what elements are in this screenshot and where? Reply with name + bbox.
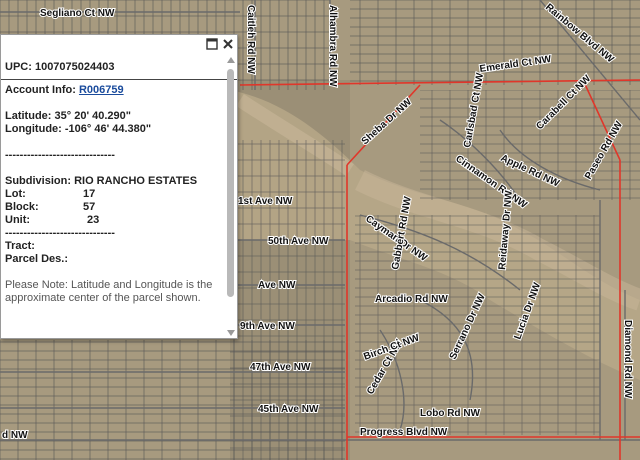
separator-line: ------------------------------ bbox=[5, 149, 115, 161]
scroll-up-icon[interactable] bbox=[226, 55, 235, 64]
separator-line: ------------------------------ bbox=[5, 227, 115, 239]
divider bbox=[1, 79, 237, 80]
location-note: Please Note: Latitude and Longitude is t… bbox=[5, 279, 213, 304]
map-label: 45th Ave NW bbox=[258, 404, 319, 415]
parcel-info-popup: UPC: 1007075024403 Account Info: R006759… bbox=[0, 34, 238, 339]
map-label: Progress Blvd NW bbox=[360, 427, 448, 438]
popup-scrollbar[interactable] bbox=[226, 55, 235, 337]
upc-label: UPC: bbox=[5, 61, 32, 73]
account-link[interactable]: R006759 bbox=[79, 84, 124, 96]
unit-label: Unit: bbox=[5, 214, 31, 226]
block-value: 57 bbox=[83, 201, 96, 213]
latitude-row: Latitude: 35° 20' 40.290" bbox=[5, 110, 227, 123]
lot-value: 17 bbox=[83, 188, 96, 200]
subdivision-label: Subdivision: bbox=[5, 175, 71, 187]
lot-label: Lot: bbox=[5, 188, 26, 200]
map-label: Caitleh Rd NW bbox=[245, 5, 256, 74]
scroll-down-icon[interactable] bbox=[226, 328, 235, 337]
unit-value: 23 bbox=[87, 214, 100, 226]
account-label: Account Info: bbox=[5, 84, 76, 96]
subdivision-row: Subdivision: RIO RANCHO ESTATES bbox=[5, 175, 227, 188]
longitude-row: Longitude: -106° 46' 44.380" bbox=[5, 123, 227, 136]
map-label: Segliano Ct NW bbox=[40, 8, 115, 19]
unit-row: Unit: 23 bbox=[5, 214, 227, 227]
map-label: Alhambra Rd NW bbox=[327, 5, 338, 87]
popup-header bbox=[1, 35, 237, 53]
map-label: Diamond Rd NW bbox=[622, 320, 633, 399]
subdivision-value: RIO RANCHO ESTATES bbox=[74, 175, 198, 187]
map-label: 50th Ave NW bbox=[268, 236, 329, 247]
map-label: Ave NW bbox=[258, 280, 296, 291]
tract-label: Tract: bbox=[5, 240, 35, 252]
block-row: Block: 57 bbox=[5, 201, 227, 214]
scrollbar-thumb[interactable] bbox=[227, 69, 234, 297]
upc-row: UPC: 1007075024403 bbox=[5, 61, 227, 74]
close-icon[interactable] bbox=[221, 37, 235, 51]
block-label: Block: bbox=[5, 201, 39, 213]
longitude-value: -106° 46' 44.380" bbox=[64, 123, 152, 135]
map-label: Lobo Rd NW bbox=[420, 408, 481, 419]
latitude-value: 35° 20' 40.290" bbox=[54, 110, 131, 122]
account-row: Account Info: R006759 bbox=[5, 84, 227, 97]
map-label: Arcadio Rd NW bbox=[375, 294, 448, 305]
map-label: d NW bbox=[2, 430, 28, 441]
lot-row: Lot: 17 bbox=[5, 188, 227, 201]
upc-value: 1007075024403 bbox=[34, 61, 115, 73]
popup-body: UPC: 1007075024403 Account Info: R006759… bbox=[1, 61, 237, 305]
map-label: 47th Ave NW bbox=[250, 362, 311, 373]
map-label: 9th Ave NW bbox=[240, 321, 295, 332]
latitude-label: Latitude: bbox=[5, 110, 52, 122]
map-label: 1st Ave NW bbox=[238, 196, 293, 207]
longitude-label: Longitude: bbox=[5, 123, 62, 135]
maximize-icon[interactable] bbox=[205, 37, 219, 51]
parcel-desc-label: Parcel Des.: bbox=[5, 253, 68, 265]
